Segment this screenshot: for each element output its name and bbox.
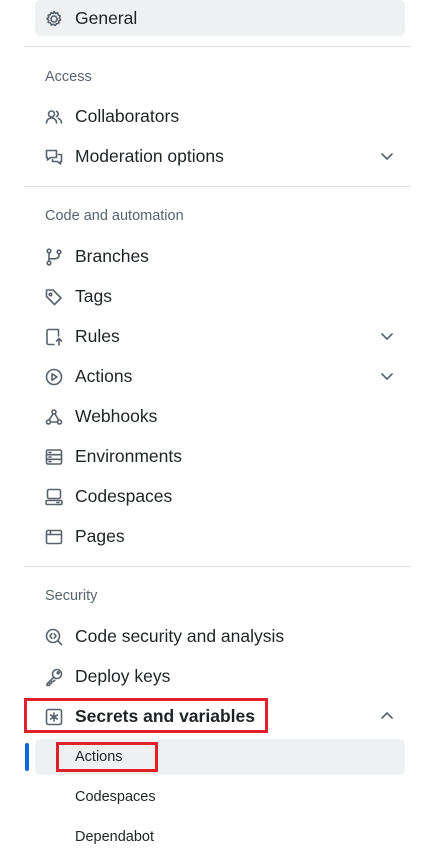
sidebar-item-label: Pages bbox=[75, 525, 125, 546]
server-icon bbox=[44, 447, 64, 467]
browser-icon bbox=[44, 527, 64, 547]
sidebar-item-rules[interactable]: Rules bbox=[35, 318, 405, 354]
divider bbox=[24, 46, 410, 47]
sidebar-item-label: Codespaces bbox=[75, 485, 173, 506]
git-branch-icon bbox=[44, 247, 64, 267]
sidebar-item-label: Collaborators bbox=[75, 105, 180, 126]
sidebar-item-collaborators[interactable]: Collaborators bbox=[35, 98, 405, 134]
tag-icon bbox=[44, 287, 64, 307]
sidebar-item-webhooks[interactable]: Webhooks bbox=[35, 398, 405, 434]
sidebar-item-deploy-keys[interactable]: Deploy keys bbox=[35, 658, 405, 694]
sidebar-item-label: Moderation options bbox=[75, 145, 224, 166]
repo-push-icon bbox=[44, 327, 64, 347]
sidebar-item-label: Deploy keys bbox=[75, 665, 171, 686]
section-heading-access: Access bbox=[45, 69, 92, 85]
sidebar-subitem-label: Codespaces bbox=[75, 789, 156, 805]
webhook-icon bbox=[44, 407, 64, 427]
highlight-box-secrets bbox=[24, 698, 268, 733]
chevron-up-icon[interactable] bbox=[379, 708, 395, 724]
comment-discussion-icon bbox=[44, 147, 64, 167]
divider bbox=[24, 566, 410, 567]
sidebar-item-branches[interactable]: Branches bbox=[35, 238, 405, 274]
sidebar-item-tags[interactable]: Tags bbox=[35, 278, 405, 314]
sidebar-item-environments[interactable]: Environments bbox=[35, 438, 405, 474]
sidebar-item-label: Actions bbox=[75, 365, 133, 386]
chevron-down-icon[interactable] bbox=[379, 368, 395, 384]
sidebar-item-actions[interactable]: Actions bbox=[35, 358, 405, 394]
gear-icon bbox=[44, 9, 64, 29]
people-icon bbox=[44, 107, 64, 127]
sidebar-subitem-codespaces[interactable]: Codespaces bbox=[35, 779, 405, 815]
highlight-box-actions bbox=[56, 742, 158, 772]
chevron-down-icon[interactable] bbox=[379, 328, 395, 344]
sidebar-item-label: Environments bbox=[75, 445, 182, 466]
section-heading-security: Security bbox=[45, 588, 98, 604]
codescan-icon bbox=[44, 627, 64, 647]
sidebar-item-label: Branches bbox=[75, 245, 149, 266]
chevron-down-icon[interactable] bbox=[379, 148, 395, 164]
section-heading-code-automation: Code and automation bbox=[45, 208, 184, 224]
divider bbox=[24, 186, 410, 187]
sidebar-item-code-security[interactable]: Code security and analysis bbox=[35, 618, 405, 654]
sidebar-item-general[interactable]: General bbox=[35, 0, 405, 36]
sidebar-item-label: Tags bbox=[75, 285, 112, 306]
sidebar-subitem-label: Dependabot bbox=[75, 829, 155, 845]
active-indicator bbox=[25, 743, 29, 771]
sidebar-item-moderation-options[interactable]: Moderation options bbox=[35, 138, 405, 174]
sidebar-subitem-dependabot[interactable]: Dependabot bbox=[35, 819, 405, 855]
sidebar-item-pages[interactable]: Pages bbox=[35, 518, 405, 554]
codespaces-icon bbox=[44, 487, 64, 507]
play-icon bbox=[44, 367, 64, 387]
sidebar-item-label: Code security and analysis bbox=[75, 625, 285, 646]
sidebar-item-codespaces[interactable]: Codespaces bbox=[35, 478, 405, 514]
sidebar-item-label: Rules bbox=[75, 325, 120, 346]
sidebar-item-label: General bbox=[75, 7, 138, 28]
sidebar-item-label: Webhooks bbox=[75, 405, 158, 426]
key-icon bbox=[44, 667, 64, 687]
